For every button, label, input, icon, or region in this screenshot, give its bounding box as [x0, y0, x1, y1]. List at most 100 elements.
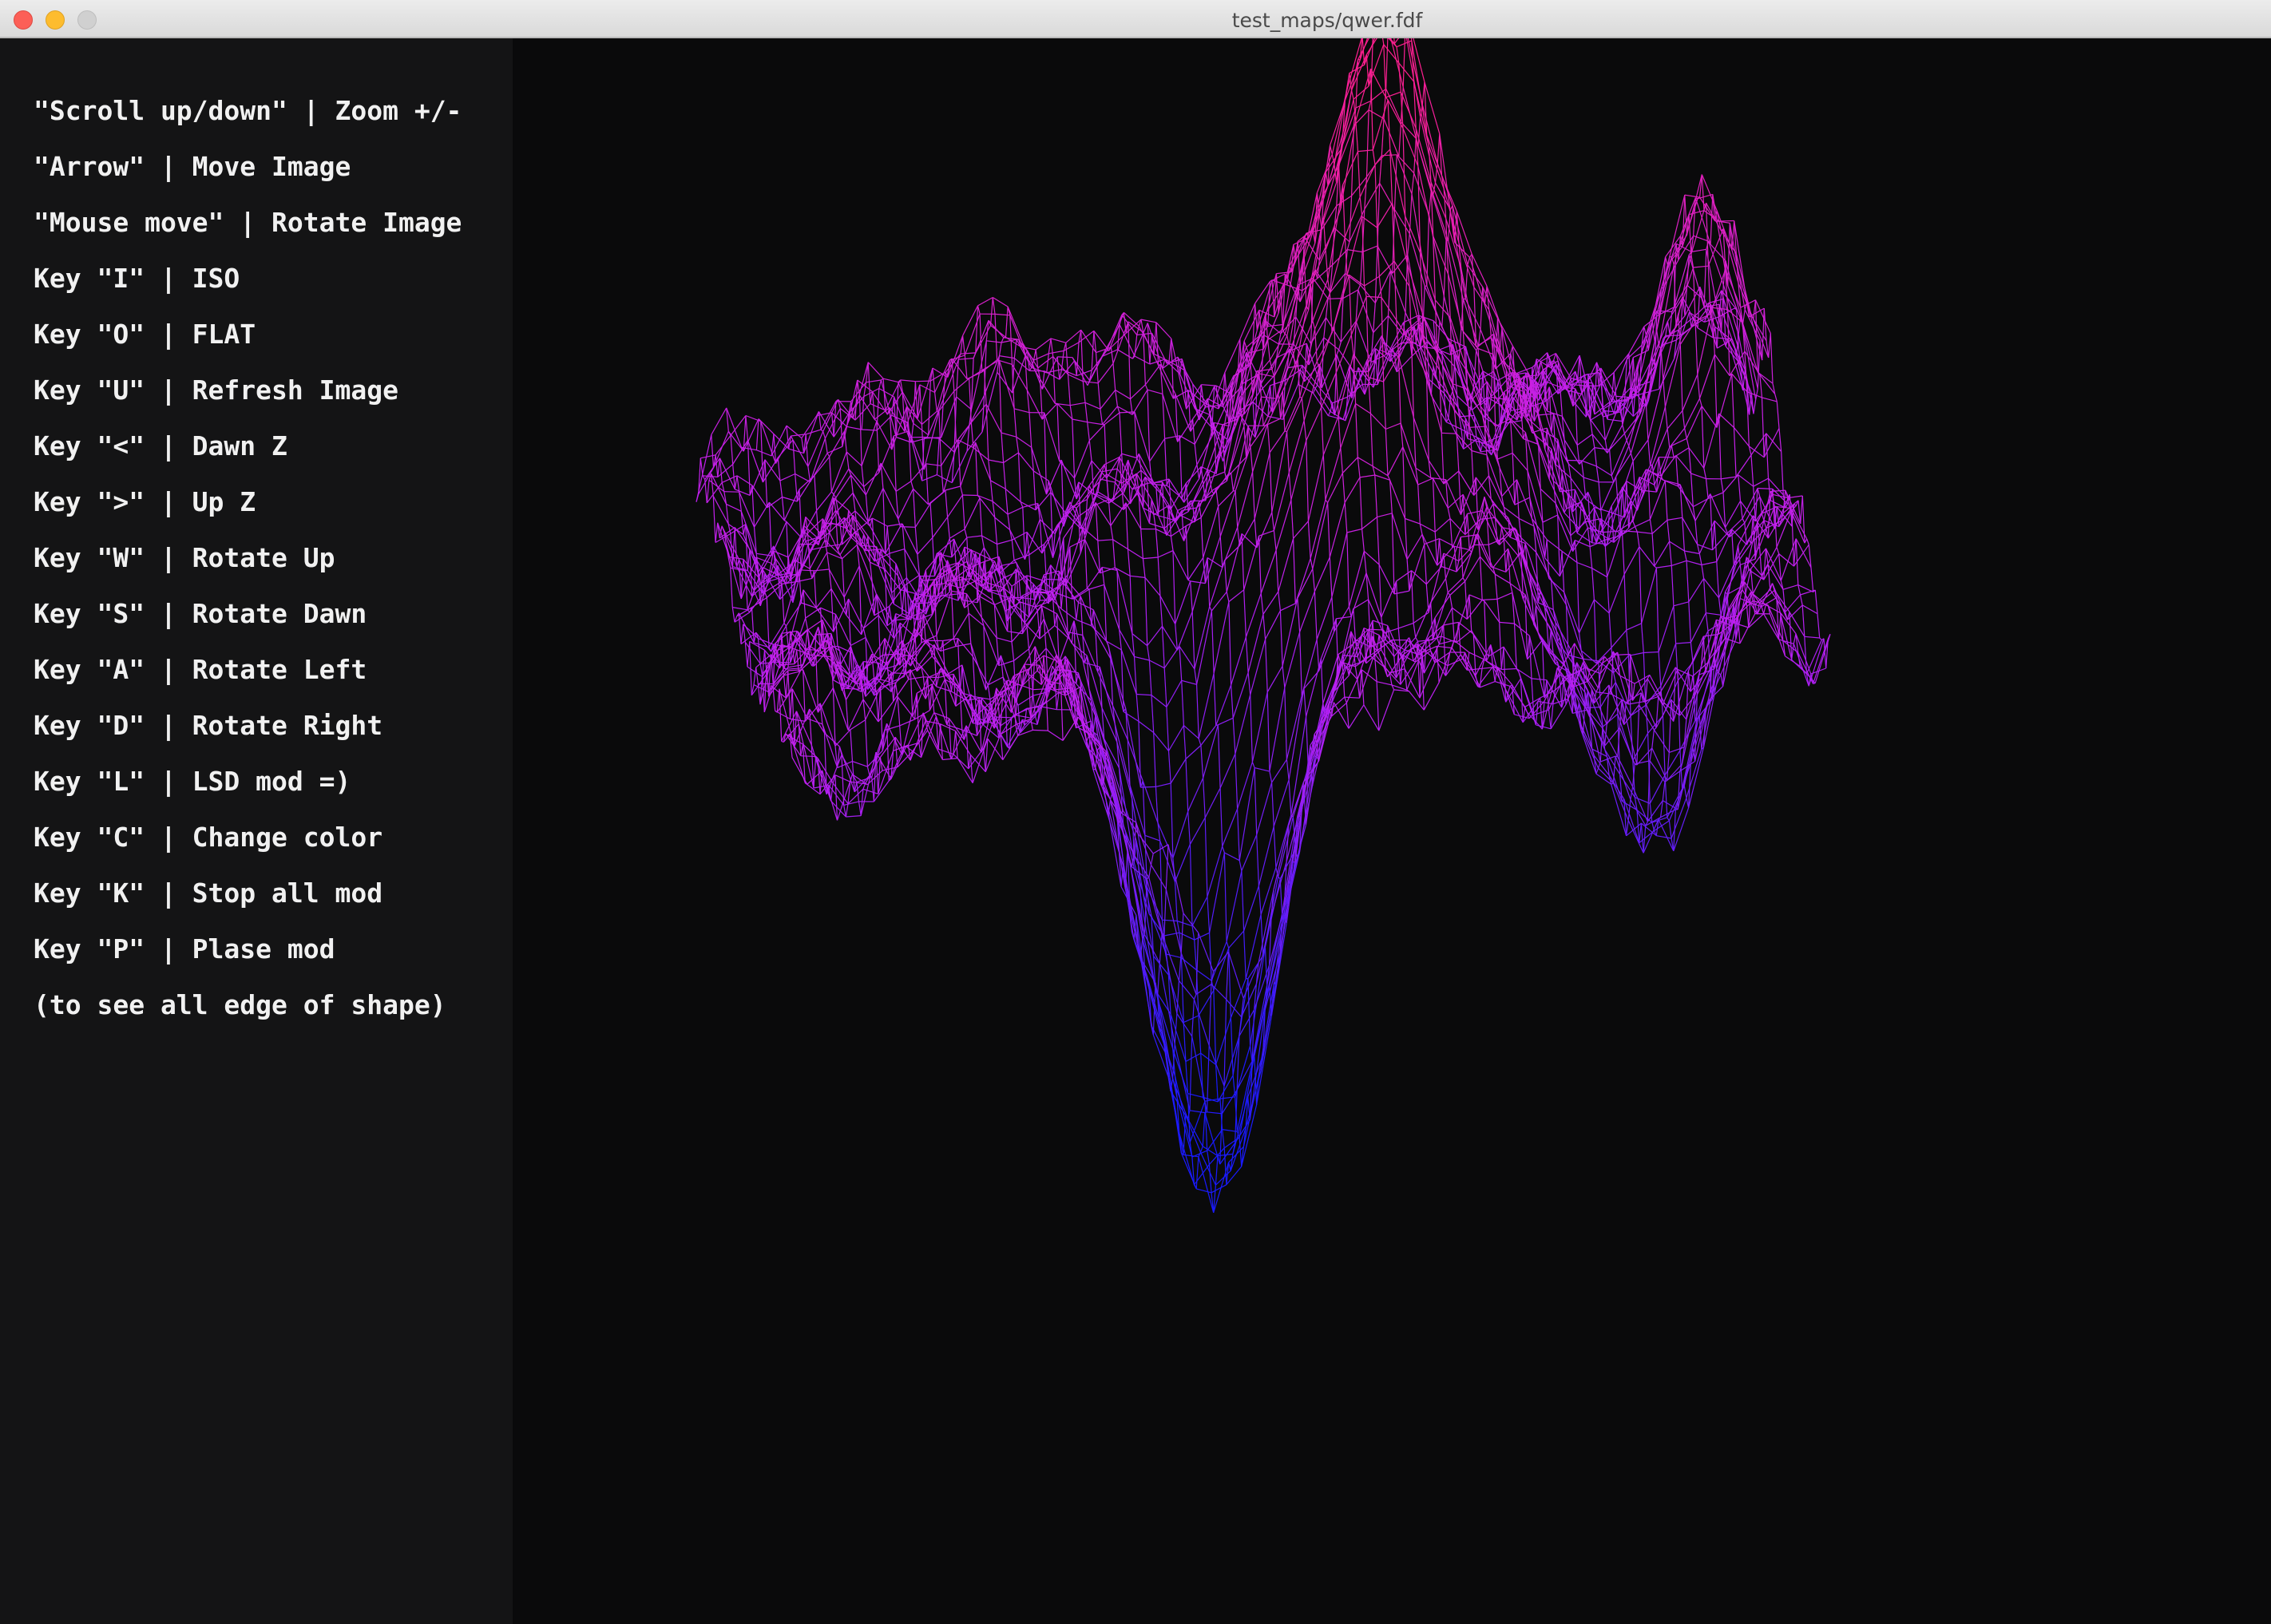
wireframe-edge [1048, 338, 1052, 354]
help-line: Key "U" | Refresh Image [34, 374, 398, 406]
wireframe-edge [1714, 521, 1718, 562]
wireframe-edge [1082, 381, 1086, 403]
wireframe-edge [1138, 720, 1155, 733]
wireframe-edge [1045, 460, 1062, 495]
wireframe-edge [960, 442, 977, 487]
wireframe-edge [1269, 687, 1286, 772]
wireframe-edge [764, 592, 767, 598]
wireframe-edge [1449, 390, 1453, 398]
wireframe-edge [996, 637, 1013, 643]
wireframe-edge [1669, 541, 1672, 566]
wireframe-edge [1703, 413, 1720, 469]
render-canvas[interactable] [513, 38, 2271, 1624]
wireframe-edge [979, 497, 983, 537]
wireframe-edge [826, 552, 830, 570]
wireframe-edge [1656, 564, 1672, 568]
wireframe-edge [1200, 517, 1204, 558]
wireframe-edge [1355, 321, 1372, 362]
wireframe-edge [1551, 579, 1554, 610]
wireframe-edge [1458, 470, 1462, 515]
wireframe-edge [1645, 402, 1649, 441]
wireframe-edge [1217, 724, 1221, 789]
wireframe-edge [989, 480, 993, 501]
wireframe-edge [1018, 452, 1034, 472]
wireframe-edge [1009, 315, 1026, 355]
wireframe-edge [962, 600, 978, 604]
wireframe-edge [753, 667, 757, 685]
wireframe-edge [1742, 309, 1746, 325]
wireframe-edge [1370, 332, 1374, 362]
wireframe-edge [1349, 196, 1353, 242]
wireframe-edge [1405, 517, 1421, 525]
wireframe-edge [972, 656, 989, 686]
wireframe-edge [1155, 529, 1159, 558]
wireframe-edge [768, 502, 772, 557]
wireframe-edge [906, 673, 910, 680]
wireframe-edge [1286, 398, 1302, 432]
wireframe-edge [1215, 1017, 1231, 1065]
wireframe-edge [1683, 786, 1687, 798]
wireframe-edge [1726, 518, 1743, 534]
wireframe-edge [1198, 673, 1215, 739]
wireframe-edge [1134, 656, 1150, 661]
wireframe-edge [1265, 639, 1268, 692]
wireframe-edge [1213, 990, 1217, 1065]
wireframe-edge [779, 473, 795, 481]
wireframe-edge [1374, 245, 1378, 303]
wireframe-edge [1157, 550, 1174, 558]
wireframe-edge [711, 407, 727, 435]
wireframe-edge [820, 401, 837, 430]
wireframe-edge [1196, 684, 1199, 739]
wireframe-edge [1044, 412, 1060, 461]
wireframe-edge [994, 314, 998, 360]
wireframe-edge [1072, 418, 1088, 423]
wireframe-edge [1632, 521, 1636, 527]
wireframe-edge [1425, 374, 1429, 461]
wireframe-edge [1245, 636, 1249, 673]
wireframe-edge [1329, 557, 1333, 597]
wireframe-edge [1312, 278, 1329, 299]
wireframe-edge [1402, 446, 1406, 519]
wireframe-edge [1340, 448, 1343, 473]
wireframe-edge [1314, 557, 1330, 592]
wireframe-edge [1262, 614, 1266, 640]
wireframe-edge [1754, 488, 1758, 521]
wireframe-edge [1391, 513, 1395, 594]
wireframe-edge [1172, 550, 1189, 580]
wireframe-edge [1718, 413, 1734, 428]
wireframe-edge [929, 503, 933, 538]
wireframe-edge [1258, 885, 1262, 915]
wireframe-edge [1293, 521, 1309, 539]
wireframe-edge [1213, 673, 1217, 726]
wireframe-edge [1594, 447, 1597, 466]
wireframe-edge [1420, 523, 1436, 533]
wireframe-edge [1686, 406, 1702, 439]
wireframe-edge [1056, 613, 1072, 644]
wireframe-edge [925, 463, 929, 505]
wireframe-edge [1387, 446, 1404, 476]
wireframe-edge [1050, 338, 1066, 343]
wireframe-edge [1026, 575, 1030, 618]
wireframe-edge [1087, 422, 1103, 426]
help-line: "Arrow" | Move Image [34, 151, 351, 182]
wireframe-edge [949, 529, 965, 539]
wireframe-edge [1710, 194, 1714, 245]
wireframe-edge [1084, 539, 1088, 589]
wireframe-edge [1770, 333, 1774, 384]
wireframe-edge [1656, 331, 1659, 347]
wireframe-edge [1385, 422, 1401, 430]
wireframe-edge [1595, 767, 1599, 774]
wireframe-edge [1101, 567, 1105, 585]
wireframe-edge [1039, 605, 1043, 640]
title-bar[interactable]: test_maps/qwer.fdf [0, 0, 2271, 38]
wireframe-edge [1355, 402, 1371, 414]
wireframe-edge [998, 359, 1002, 434]
wireframe-edge [1209, 933, 1212, 981]
wireframe-edge [1159, 595, 1176, 624]
wireframe-edge [1471, 410, 1475, 416]
wireframe-edge [1587, 528, 1591, 547]
wireframe-edge [1688, 447, 1705, 469]
wireframe-edge [1016, 436, 1032, 448]
wireframe-edge [747, 440, 763, 483]
wireframe-edge [1312, 279, 1329, 322]
